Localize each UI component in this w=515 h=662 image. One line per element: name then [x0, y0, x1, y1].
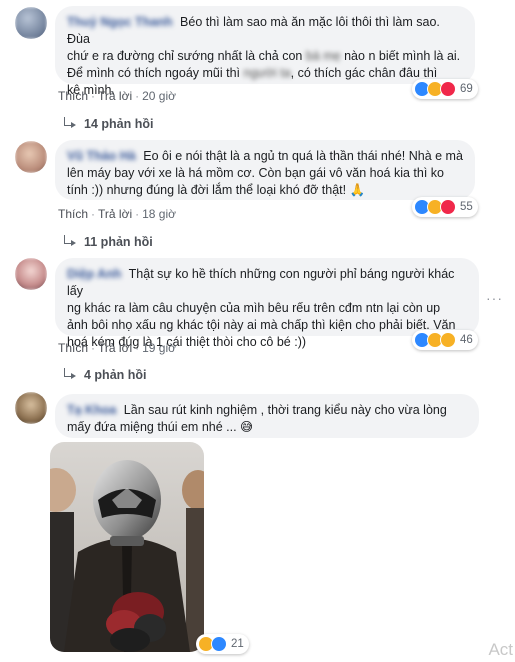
- reaction-summary[interactable]: 55: [412, 197, 478, 217]
- comment-text: lên máy bay với xe là há mồm cơ. Còn bạn…: [67, 166, 445, 180]
- attached-photo[interactable]: [50, 442, 204, 652]
- reaction-count: 55: [460, 201, 473, 213]
- reaction-summary[interactable]: 69: [412, 79, 478, 99]
- comment-text: Eo ôi e nói thật là a ngủ tn quá là thần…: [143, 149, 463, 163]
- comment-text: , có thích gác chân đâu thì: [290, 66, 438, 80]
- watermark: Act: [488, 640, 513, 659]
- comment-bubble: Vũ Thảo Hà Eo ôi e nói thật là a ngủ tn …: [55, 140, 475, 200]
- comment-actions: Thích · Trả lời · 20 giờ: [58, 89, 176, 103]
- reply-arrow-icon: [62, 120, 76, 130]
- redacted-text: bà mẹ: [305, 49, 341, 63]
- comment-text: Lần sau rút kinh nghiệm , thời trang kiể…: [123, 403, 447, 417]
- comment-bubble: Diệp Anh Thật sự ko hề thích những con n…: [55, 258, 479, 349]
- reaction-count: 46: [460, 334, 473, 346]
- reply-link[interactable]: Trả lời: [98, 207, 132, 221]
- comment-text: tính :)) nhưng đúng là đời lắm thể loại …: [67, 183, 366, 197]
- like-link[interactable]: Thích: [58, 341, 88, 355]
- photo-image: [50, 442, 204, 652]
- comment-actions: Thích · Trả lời · 18 giờ: [58, 207, 176, 221]
- reply-arrow-icon: [62, 371, 76, 381]
- author-name[interactable]: Diệp Anh: [67, 267, 121, 281]
- reaction-count: 69: [460, 83, 473, 95]
- love-reaction-icon: [440, 81, 456, 97]
- avatar[interactable]: [15, 7, 47, 39]
- reply-arrow-icon: [62, 238, 76, 248]
- love-reaction-icon: [440, 199, 456, 215]
- avatar[interactable]: [15, 258, 47, 290]
- comment-text: nào n biết mình là ai.: [344, 49, 461, 63]
- view-replies-link[interactable]: 14 phản hồi: [62, 117, 153, 131]
- replies-count: 11 phản hồi: [84, 235, 153, 249]
- comment-text: ng khác ra làm câu chuyện của mìh bêu rế…: [67, 301, 441, 315]
- like-link[interactable]: Thích: [58, 207, 88, 221]
- comment-text: ảnh bôi nhọ xấu ng khác tội này ai mà ch…: [67, 318, 456, 332]
- reaction-summary[interactable]: 46: [412, 330, 478, 350]
- author-name[interactable]: Vũ Thảo Hà: [67, 149, 136, 163]
- comment-text: Thật sự ko hề thích những con người phỉ …: [67, 267, 455, 298]
- reaction-summary[interactable]: 21: [196, 634, 249, 654]
- comment-bubble: Thuỷ Ngọc Thanh Béo thì làm sao mà ăn mặ…: [55, 6, 475, 97]
- comment-bubble: Tạ Khoa Lần sau rút kinh nghiệm , thời t…: [55, 394, 479, 438]
- replies-count: 14 phản hồi: [84, 117, 154, 131]
- avatar[interactable]: [15, 141, 47, 173]
- author-name[interactable]: Thuỷ Ngọc Thanh: [67, 15, 173, 29]
- like-reaction-icon: [211, 636, 227, 652]
- comment-text: Để mình có thích ngoáy mũi thì: [67, 66, 241, 80]
- replies-count: 4 phản hồi: [84, 368, 147, 382]
- comment-text: mấy đứa miệng thúi em nhé ... 😅: [67, 420, 254, 434]
- reply-link[interactable]: Trả lời: [98, 341, 132, 355]
- timestamp[interactable]: 20 giờ: [142, 89, 176, 103]
- comment-actions: Thích · Trả lời · 19 giờ: [58, 341, 176, 355]
- author-name[interactable]: Tạ Khoa: [67, 403, 116, 417]
- sad-reaction-icon: [440, 332, 456, 348]
- view-replies-link[interactable]: 11 phản hồi: [62, 235, 153, 249]
- avatar[interactable]: [15, 392, 47, 424]
- more-options-icon[interactable]: ···: [486, 290, 503, 306]
- reply-link[interactable]: Trả lời: [98, 89, 132, 103]
- timestamp[interactable]: 18 giờ: [142, 207, 176, 221]
- like-link[interactable]: Thích: [58, 89, 88, 103]
- view-replies-link[interactable]: 4 phản hồi: [62, 368, 147, 382]
- reaction-count: 21: [231, 638, 244, 650]
- comment-text: chứ e ra đường chỉ sướng nhất là chả con: [67, 49, 303, 63]
- redacted-text: người ta: [243, 66, 291, 80]
- timestamp[interactable]: 19 giờ: [142, 341, 176, 355]
